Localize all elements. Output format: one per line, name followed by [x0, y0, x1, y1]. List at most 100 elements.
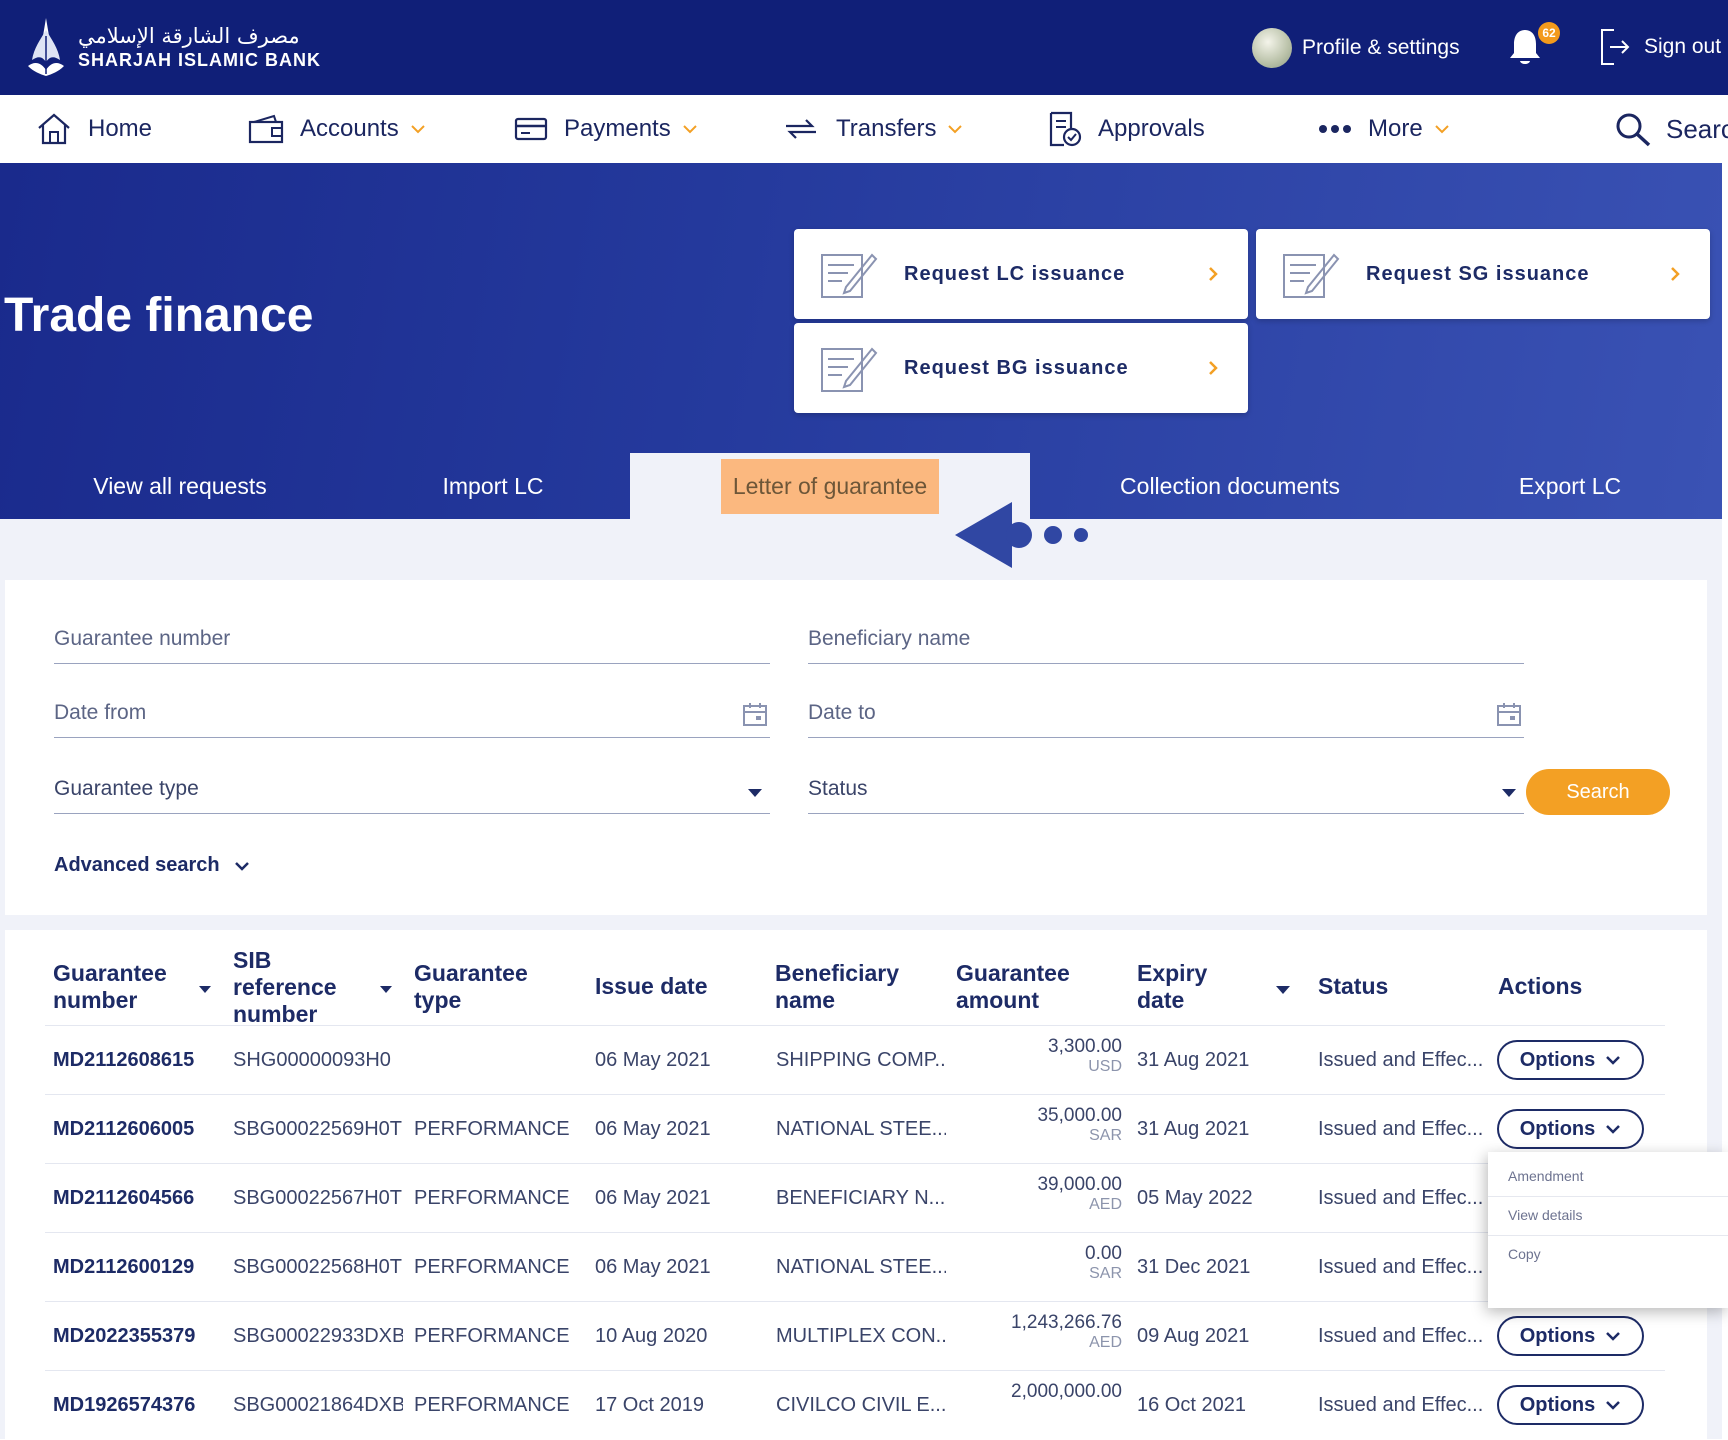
- beneficiary-name-placeholder: Beneficiary name: [808, 627, 971, 650]
- menu-divider: [1488, 1235, 1728, 1236]
- table-row[interactable]: MD2112604566 SBG00022567H0T PERFORMANCE 06 …: [45, 1163, 1665, 1232]
- main-navigation: Home Accounts Payments Transfers Approva…: [0, 95, 1728, 163]
- calendar-icon[interactable]: [742, 701, 768, 727]
- cell-expiry-date: 05 May 2022: [1137, 1187, 1253, 1209]
- nav-item-accounts[interactable]: Accounts: [248, 95, 441, 163]
- cell-sib-reference: SBG00021864DXB: [233, 1394, 403, 1416]
- cell-guarantee-number[interactable]: MD2022355379: [53, 1302, 223, 1371]
- sort-caret-icon[interactable]: [199, 986, 211, 993]
- nav-search[interactable]: Search: [1614, 95, 1728, 163]
- cell-guarantee-type: [414, 1026, 584, 1095]
- cell-guarantee-number[interactable]: MD2112604566: [53, 1164, 223, 1233]
- column-header-beneficiary-name: Beneficiary name: [775, 960, 899, 1014]
- nav-search-label: Search: [1666, 113, 1728, 144]
- nav-item-label: Payments: [564, 115, 671, 142]
- caret-down-icon: [748, 789, 762, 797]
- tab-view-all-requests[interactable]: View all requests: [60, 453, 300, 519]
- search-button[interactable]: Search: [1526, 769, 1670, 815]
- table-row[interactable]: MD2112608615 SHG00000093H0 06 May 2021 SHIP…: [45, 1025, 1665, 1094]
- advanced-search-label: Advanced search: [54, 854, 220, 876]
- cell-beneficiary-name: NATIONAL STEE...: [776, 1256, 946, 1278]
- amount-value: 39,000.00: [1037, 1174, 1122, 1195]
- date-from-field[interactable]: Date from: [54, 684, 770, 738]
- options-button[interactable]: Options: [1497, 1109, 1644, 1149]
- tab-collection-documents[interactable]: Collection documents: [1090, 453, 1370, 519]
- cell-beneficiary-name: CIVILCO CIVIL E...: [776, 1394, 946, 1416]
- status-select[interactable]: Status: [808, 760, 1524, 814]
- carousel-indicator[interactable]: [955, 502, 1088, 568]
- nav-item-home[interactable]: Home: [36, 95, 152, 163]
- cell-guarantee-number[interactable]: MD2112600129: [53, 1233, 223, 1302]
- sign-out-button[interactable]: Sign out: [1600, 28, 1728, 66]
- request-sg-issuance-card[interactable]: Request SG issuance: [1256, 229, 1710, 319]
- header-line: reference: [233, 974, 337, 1000]
- date-to-field[interactable]: Date to: [808, 684, 1524, 738]
- nav-item-approvals[interactable]: Approvals: [1048, 95, 1205, 163]
- chevron-down-icon: [1606, 1401, 1621, 1410]
- cell-status: Issued and Effec...: [1318, 1049, 1484, 1071]
- nav-item-more[interactable]: More: [1318, 95, 1465, 163]
- menu-item-amendment[interactable]: Amendment: [1508, 1168, 1583, 1184]
- carousel-dot[interactable]: [1074, 528, 1088, 542]
- carousel-dot[interactable]: [1044, 526, 1062, 544]
- menu-item-copy[interactable]: Copy: [1508, 1246, 1541, 1262]
- carousel-dot[interactable]: [1006, 522, 1032, 548]
- column-header-sib-reference[interactable]: SIB reference number: [233, 947, 337, 1028]
- table-row[interactable]: MD1926574376 SBG00021864DXB PERFORMANCE 17 …: [45, 1370, 1665, 1439]
- sort-caret-icon[interactable]: [380, 986, 392, 993]
- column-header-expiry-date[interactable]: Expiry date: [1137, 960, 1207, 1014]
- guarantee-type-select[interactable]: Guarantee type: [54, 760, 770, 814]
- request-lc-issuance-card[interactable]: Request LC issuance: [794, 229, 1248, 319]
- date-from-placeholder: Date from: [54, 701, 147, 724]
- tab-import-lc[interactable]: Import LC: [400, 453, 586, 519]
- nav-item-label: More: [1368, 115, 1423, 142]
- cell-guarantee-number[interactable]: MD2112608615: [53, 1026, 223, 1095]
- chevron-right-icon: [1671, 267, 1680, 281]
- search-icon: [1616, 113, 1651, 147]
- carousel-prev-arrow-icon[interactable]: [955, 502, 1012, 568]
- profile-settings-link[interactable]: Profile & settings: [1252, 28, 1460, 68]
- table-row[interactable]: MD2112606005 SBG00022569H0T PERFORMANCE 06 …: [45, 1094, 1665, 1163]
- bank-logo[interactable]: مصرف الشارقة الإسلامي SHARJAH ISLAMIC BA…: [22, 16, 321, 78]
- column-header-guarantee-number[interactable]: Guarantee number: [53, 960, 167, 1014]
- guarantee-number-field[interactable]: Guarantee number: [54, 610, 770, 664]
- nav-item-transfers[interactable]: Transfers: [782, 95, 978, 163]
- request-bg-issuance-card[interactable]: Request BG issuance: [794, 323, 1248, 413]
- header-line: Expiry: [1137, 960, 1208, 986]
- nav-item-label: Approvals: [1098, 115, 1205, 142]
- sort-caret-icon[interactable]: [1276, 986, 1290, 994]
- options-button[interactable]: Options: [1497, 1385, 1644, 1425]
- cell-sib-reference: SBG00022933DXB: [233, 1325, 403, 1347]
- nav-item-payments[interactable]: Payments: [514, 95, 713, 163]
- tab-export-lc[interactable]: Export LC: [1490, 453, 1650, 519]
- options-button[interactable]: Options: [1497, 1040, 1644, 1080]
- amount-currency: USD: [1088, 1058, 1122, 1075]
- cell-status: Issued and Effec...: [1318, 1187, 1484, 1209]
- edit-document-icon: [1283, 253, 1340, 298]
- top-header-bar: مصرف الشارقة الإسلامي SHARJAH ISLAMIC BA…: [0, 0, 1728, 95]
- cell-expiry-date: 31 Aug 2021: [1137, 1049, 1250, 1071]
- beneficiary-name-field[interactable]: Beneficiary name: [808, 610, 1524, 664]
- amount-value: 3,300.00: [1048, 1036, 1122, 1057]
- bank-name-arabic: مصرف الشارقة الإسلامي: [78, 24, 300, 48]
- cell-guarantee-amount: 35,000.00 SAR: [982, 1105, 1122, 1145]
- column-header-issue-date: Issue date: [595, 973, 708, 999]
- table-row[interactable]: MD2112600129 SBG00022568H0T PERFORMANCE 06 …: [45, 1232, 1665, 1301]
- amount-value: 1,243,266.76: [1011, 1312, 1122, 1333]
- calendar-icon[interactable]: [1496, 701, 1522, 727]
- header-line: number: [53, 987, 138, 1013]
- options-button[interactable]: Options: [1497, 1316, 1644, 1356]
- sign-out-icon: [1601, 29, 1630, 65]
- amount-currency: AED: [1089, 1334, 1122, 1351]
- cell-beneficiary-name: NATIONAL STEE...: [776, 1118, 946, 1140]
- home-icon: [38, 113, 70, 145]
- table-row[interactable]: MD2022355379 SBG00022933DXB PERFORMANCE 10 …: [45, 1301, 1665, 1370]
- menu-item-view-details[interactable]: View details: [1508, 1207, 1582, 1223]
- cell-issue-date: 10 Aug 2020: [595, 1325, 708, 1347]
- cell-guarantee-number[interactable]: MD1926574376: [53, 1371, 223, 1440]
- chevron-down-icon: [1606, 1125, 1621, 1134]
- advanced-search-toggle[interactable]: Advanced search: [54, 854, 250, 877]
- header-line: type: [414, 987, 462, 1013]
- header-line: Guarantee: [956, 960, 1070, 986]
- cell-guarantee-number[interactable]: MD2112606005: [53, 1095, 223, 1164]
